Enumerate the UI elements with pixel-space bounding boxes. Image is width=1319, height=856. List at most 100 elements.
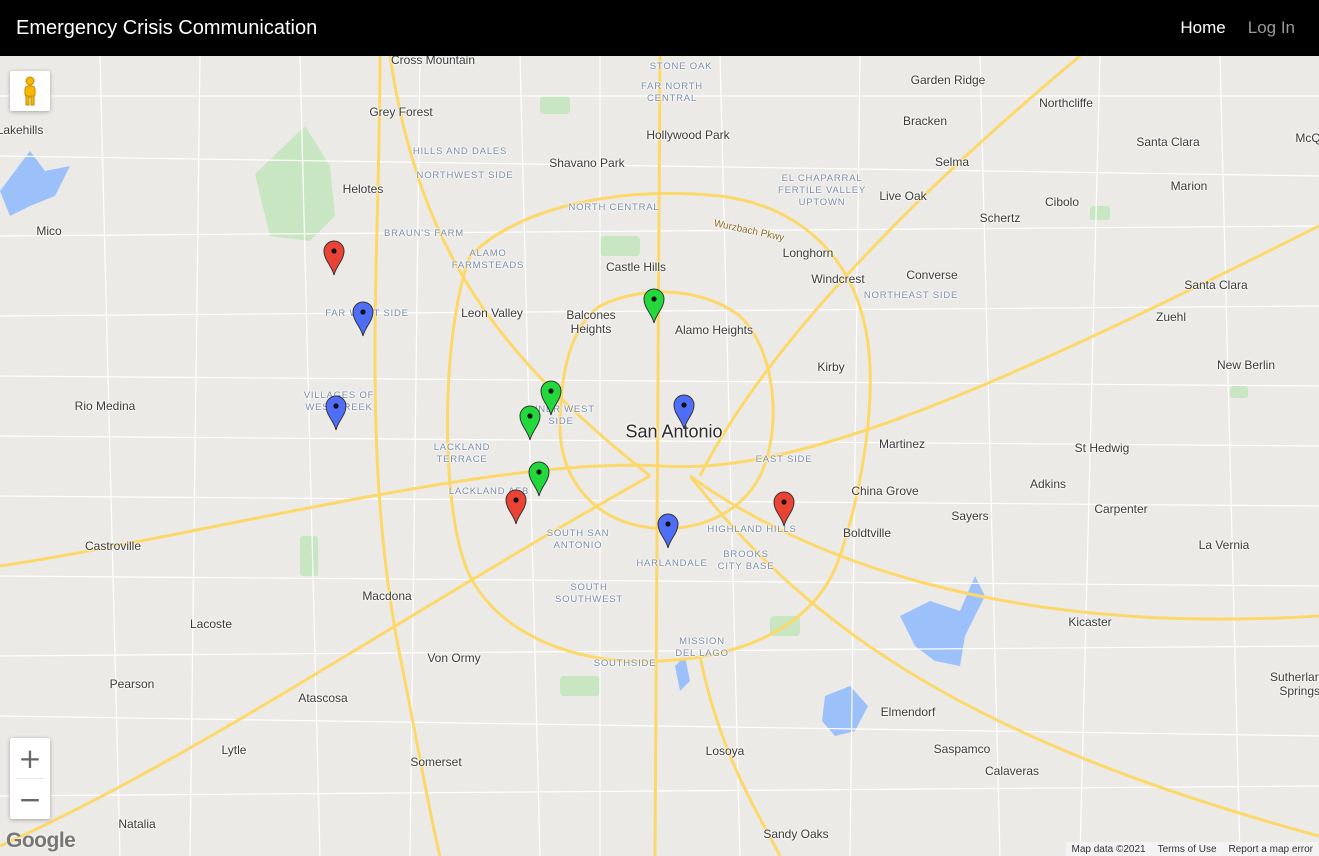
map-label: Calaveras (984, 764, 1040, 778)
terms-link[interactable]: Terms of Use (1158, 844, 1217, 855)
map-label: Sutherland Springs (1270, 670, 1319, 698)
neighborhood-label: BRAUN'S FARM (383, 228, 465, 239)
map-label: Shavano Park (549, 156, 625, 170)
zoom-out-button[interactable]: − (10, 779, 50, 819)
map-base (0, 56, 1319, 856)
map-marker-red[interactable] (773, 491, 795, 527)
map-label: Mico (36, 224, 62, 238)
map-label: Kirby (817, 360, 845, 374)
map-label: Santa Clara (1136, 135, 1200, 149)
map-label: Cibolo (1044, 195, 1080, 209)
map-label: Zuehl (1155, 310, 1187, 324)
map-label: Bracken (902, 114, 948, 128)
map[interactable]: Cross Mountain Garden Ridge Northcliffe … (0, 56, 1319, 856)
map-label: Losoya (705, 744, 745, 758)
major-roads (0, 56, 1319, 856)
map-label: Martinez (878, 437, 926, 451)
map-label: Boldtville (842, 526, 892, 540)
map-marker-blue[interactable] (352, 301, 374, 337)
map-label: New Berlin (1216, 358, 1276, 372)
map-label: Macdona (362, 589, 412, 603)
map-label: Marion (1170, 179, 1208, 193)
map-label: Garden Ridge (910, 73, 986, 87)
neighborhood-label: BROOKS CITY BASE (717, 549, 775, 572)
neighborhood-label: SOUTH SAN ANTONIO (546, 528, 610, 551)
map-label: Sayers (951, 509, 989, 523)
nav-links: Home Log In (1180, 18, 1295, 38)
map-label: Kicaster (1068, 615, 1112, 629)
neighborhood-label: SOUTH SOUTHWEST (555, 582, 623, 605)
map-label: Saspamco (933, 742, 991, 756)
zoom-in-button[interactable]: + (10, 738, 50, 778)
map-label: Von Ormy (427, 651, 481, 665)
neighborhood-label: EAST SIDE (755, 454, 813, 465)
neighborhood-label: STONE OAK (649, 61, 713, 72)
map-label: Northcliffe (1039, 96, 1093, 110)
navbar: Emergency Crisis Communication Home Log … (0, 0, 1319, 56)
report-error-link[interactable]: Report a map error (1229, 844, 1313, 855)
map-marker-green[interactable] (643, 288, 665, 324)
map-label: St Hedwig (1074, 441, 1130, 455)
map-label: Elmendorf (880, 705, 936, 719)
map-marker-blue[interactable] (673, 394, 695, 430)
map-marker-red[interactable] (323, 240, 345, 276)
neighborhood-label: FAR NORTH CENTRAL (641, 81, 703, 104)
neighborhood-label: HILLS AND DALES (412, 146, 508, 157)
map-label: Somerset (410, 755, 462, 769)
map-label: Grey Forest (369, 105, 433, 119)
map-label: Rio Medina (74, 399, 136, 413)
neighborhood-label: HARLANDALE (636, 558, 708, 569)
map-label: La Vernia (1198, 538, 1250, 552)
map-label: Pearson (109, 677, 155, 691)
map-label: Lacoste (189, 617, 233, 631)
map-label: Natalia (118, 817, 156, 831)
map-attribution: Map data ©2021 Terms of Use Report a map… (1065, 842, 1319, 856)
map-label: China Grove (851, 484, 919, 498)
map-marker-blue[interactable] (657, 513, 679, 549)
neighborhood-label: NORTHWEST SIDE (416, 170, 514, 181)
park-areas (255, 96, 1248, 696)
map-label: Selma (934, 155, 970, 169)
map-marker-blue[interactable] (325, 395, 347, 431)
map-label: Windcrest (811, 272, 865, 286)
map-label: Santa Clara (1184, 278, 1248, 292)
map-marker-green[interactable] (519, 405, 541, 441)
map-label: Atascosa (298, 691, 348, 705)
neighborhood-label: SOUTHSIDE (593, 658, 657, 669)
map-label: Converse (906, 268, 958, 282)
map-label: Castroville (84, 539, 142, 553)
map-label: Longhorn (782, 246, 834, 260)
map-label: Cross Mountain (390, 56, 476, 67)
map-label: Live Oak (879, 189, 927, 203)
map-marker-green[interactable] (540, 380, 562, 416)
map-marker-red[interactable] (505, 489, 527, 525)
map-label: Alamo Heights (674, 323, 754, 337)
nav-login-link[interactable]: Log In (1248, 18, 1295, 38)
map-label: Sandy Oaks (763, 827, 829, 841)
neighborhood-label: MISSION DEL LAGO (675, 636, 729, 659)
map-label: Adkins (1029, 477, 1067, 491)
neighborhood-label: NORTHEAST SIDE (863, 290, 959, 301)
map-label: Schertz (979, 211, 1021, 225)
brand-title[interactable]: Emergency Crisis Communication (16, 17, 317, 40)
map-label: Carpenter (1094, 502, 1148, 516)
map-label: Hollywood Park (646, 128, 730, 142)
zoom-control: + − (10, 738, 50, 819)
map-label: Helotes (342, 182, 384, 196)
pegman-icon (24, 76, 36, 106)
map-data-text: Map data ©2021 (1071, 843, 1146, 855)
map-label: Lakehills (0, 123, 44, 137)
map-label: Lytle (221, 743, 247, 757)
map-label: Castle Hills (605, 260, 667, 274)
neighborhood-label: EL CHAPARRAL FERTILE VALLEY UPTOWN (778, 173, 866, 208)
map-label: Leon Valley (461, 306, 523, 320)
map-marker-green[interactable] (528, 461, 550, 497)
nav-home-link[interactable]: Home (1180, 18, 1225, 38)
map-label: McQ (1295, 131, 1319, 145)
neighborhood-label: NORTH CENTRAL (568, 202, 660, 213)
neighborhood-label: ALAMO FARMSTEADS (451, 248, 525, 271)
neighborhood-label: LACKLAND TERRACE (433, 442, 491, 465)
google-logo: Google (6, 829, 76, 852)
street-view-pegman[interactable] (10, 71, 50, 111)
map-label: Balcones Heights (566, 308, 616, 336)
